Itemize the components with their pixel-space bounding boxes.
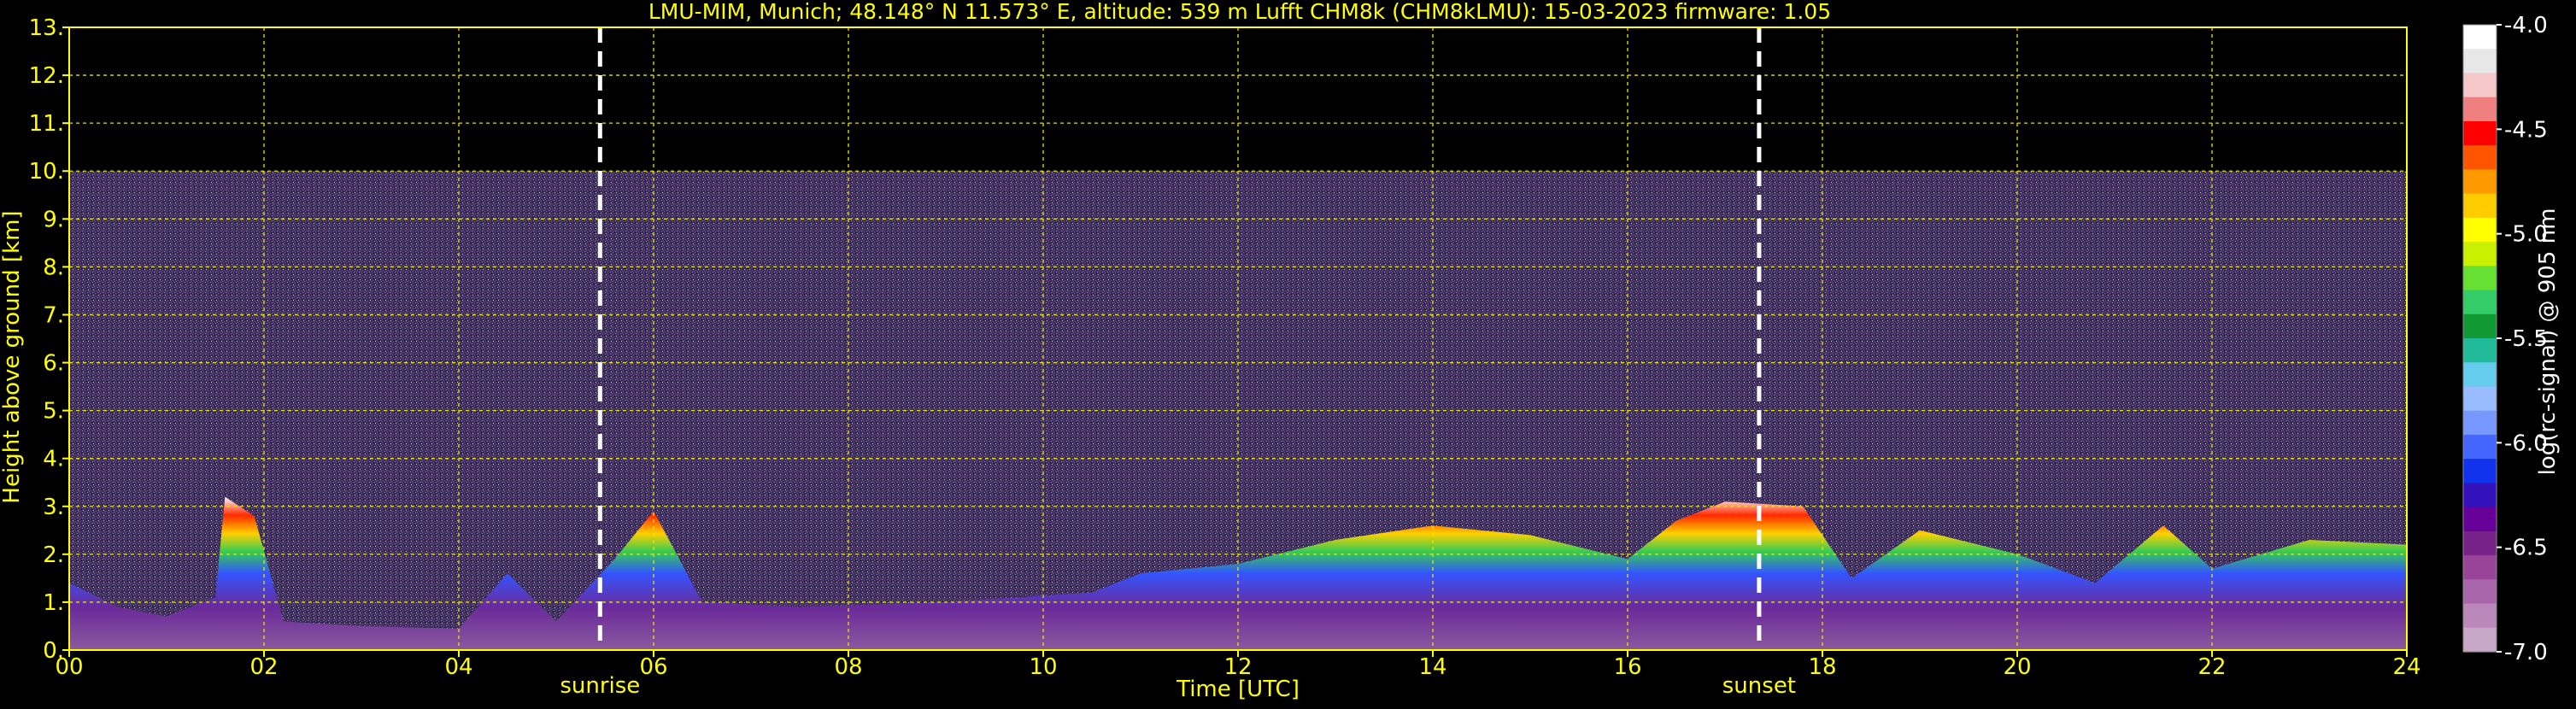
sunrise-label: sunrise <box>560 673 640 699</box>
x-tick-label: 10 <box>1029 654 1057 680</box>
x-tick-label: 16 <box>1613 654 1641 680</box>
y-tick-label: 9. <box>43 207 64 232</box>
colorbar-segment <box>2463 507 2497 532</box>
colorbar-segment <box>2463 410 2497 436</box>
colorbar-segment <box>2463 266 2497 291</box>
colorbar-segment <box>2463 338 2497 363</box>
colorbar-segment <box>2463 120 2497 146</box>
x-tick-label: 22 <box>2198 654 2226 680</box>
colorbar-segment <box>2463 627 2497 653</box>
y-tick-label: 12. <box>29 63 64 89</box>
colorbar-segment <box>2463 25 2497 50</box>
x-tick-label: 20 <box>2003 654 2031 680</box>
colorbar-segment <box>2463 313 2497 339</box>
x-tick-label: 04 <box>444 654 472 680</box>
colorbar-segment <box>2463 386 2497 412</box>
colorbar-tick-label: -4.5 <box>2504 117 2548 143</box>
colorbar-segment <box>2463 434 2497 460</box>
y-axis-label: Height above ground [km] <box>0 210 25 503</box>
colorbar-tick-label: -6.5 <box>2504 536 2548 561</box>
y-tick-label: 11. <box>29 111 64 137</box>
x-tick-label: 24 <box>2392 654 2421 680</box>
colorbar-segment <box>2463 530 2497 556</box>
y-tick-label: 4. <box>43 447 64 472</box>
colorbar-segment <box>2463 217 2497 243</box>
sunset-label: sunset <box>1722 673 1796 699</box>
y-tick-label: 7. <box>43 302 64 328</box>
y-tick-label: 5. <box>43 399 64 425</box>
y-tick-label: 0. <box>43 638 64 664</box>
x-tick-label: 08 <box>834 654 862 680</box>
x-tick-label: 06 <box>639 654 667 680</box>
colorbar-segment <box>2463 579 2497 605</box>
x-tick-label: 02 <box>249 654 278 680</box>
y-tick-label: 13. <box>29 15 64 41</box>
x-axis-ticks: 00 02 04 06 08 10 12 14 16 18 20 22 24 <box>55 650 2421 680</box>
colorbar-segment <box>2463 169 2497 195</box>
colorbar-segment <box>2463 97 2497 122</box>
colorbar-segment <box>2463 73 2497 98</box>
colorbar-segment <box>2463 362 2497 388</box>
y-axis-ticks: 0. 1. 2. 3. 4. 5. 6. 7. 8. 9. 10. 11. 12. 13. <box>29 15 69 664</box>
colorbar-tick-label: -4.0 <box>2504 13 2548 38</box>
colorbar-label: log(rc-signal) @ 905 nm <box>2535 208 2561 476</box>
y-tick-label: 10. <box>29 159 64 185</box>
ceilometer-chart: LMU-MIM, Munich; 48.148° N 11.573° E, al… <box>0 0 2561 702</box>
colorbar-segment <box>2463 49 2497 74</box>
colorbar-segment <box>2463 459 2497 483</box>
y-tick-label: 1. <box>43 590 64 616</box>
colorbar-segment <box>2463 242 2497 267</box>
x-axis-label: Time [UTC] <box>1176 677 1300 702</box>
colorbar-segment <box>2463 555 2497 580</box>
colorbar <box>2462 24 2497 653</box>
ceilometer-figure: LMU-MIM, Munich; 48.148° N 11.573° E, al… <box>0 0 2576 706</box>
colorbar-segment <box>2463 603 2497 629</box>
y-tick-label: 3. <box>43 495 64 520</box>
x-tick-label: 18 <box>1808 654 1836 680</box>
colorbar-segment <box>2463 145 2497 170</box>
y-tick-label: 6. <box>43 351 64 377</box>
x-tick-label: 14 <box>1418 654 1446 680</box>
y-tick-label: 2. <box>43 542 64 568</box>
colorbar-segment <box>2463 483 2497 508</box>
chart-title: LMU-MIM, Munich; 48.148° N 11.573° E, al… <box>648 0 1831 24</box>
colorbar-segment <box>2463 193 2497 219</box>
colorbar-segment <box>2463 290 2497 315</box>
colorbar-tick-label: -7.0 <box>2504 640 2548 665</box>
y-tick-label: 8. <box>43 255 64 280</box>
